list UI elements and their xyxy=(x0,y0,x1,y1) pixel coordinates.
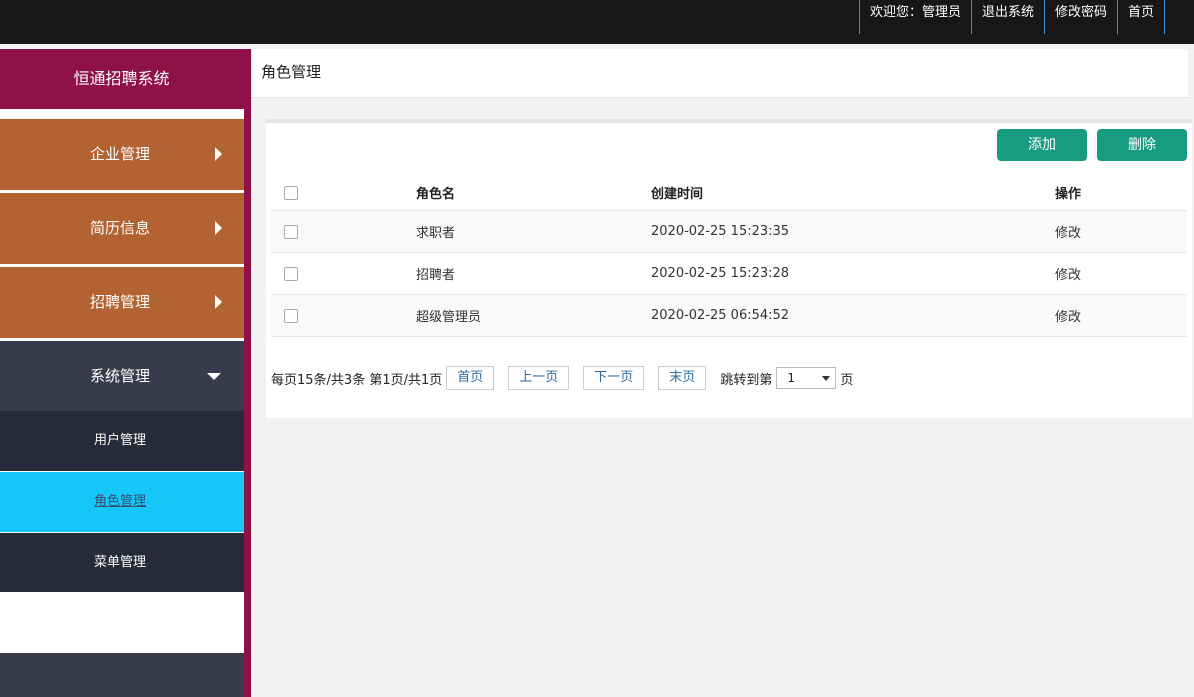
next-page-button[interactable]: 下一页 xyxy=(583,366,645,390)
sidebar-item-label: 简历信息 xyxy=(90,219,151,237)
delete-button[interactable]: 删除 xyxy=(1097,129,1187,161)
table-row: 超级管理员 2020-02-25 06:54:52 修改 xyxy=(271,294,1187,337)
row-select-cell xyxy=(271,294,416,337)
caret-right-icon xyxy=(215,147,222,161)
submenu-item-users[interactable]: 用户管理 xyxy=(0,411,244,471)
edit-link[interactable]: 修改 xyxy=(1055,210,1187,253)
select-all-cell xyxy=(271,175,416,211)
roles-table: 角色名 创建时间 操作 求职者 2020-02-25 15:23:35 修改 招… xyxy=(271,175,1187,337)
submenu-item-roles[interactable]: 角色管理 xyxy=(0,472,244,532)
table-header-row: 角色名 创建时间 操作 xyxy=(271,175,1187,211)
caret-down-icon xyxy=(207,373,221,380)
last-page-button[interactable]: 末页 xyxy=(658,366,707,390)
select-all-checkbox[interactable] xyxy=(284,186,298,201)
sidebar-item-system[interactable]: 系统管理 xyxy=(0,341,244,411)
sidebar-item-recruitment[interactable]: 招聘管理 xyxy=(0,267,244,338)
row-checkbox[interactable] xyxy=(284,267,298,281)
home-link[interactable]: 首页 xyxy=(1116,0,1165,34)
content-panel: 添加 删除 角色名 创建时间 操作 求职者 2020-02-25 15:23:3… xyxy=(266,119,1192,418)
page-title: 角色管理 xyxy=(261,63,322,81)
first-page-button[interactable]: 首页 xyxy=(446,366,495,390)
sidebar-item-label: 企业管理 xyxy=(90,145,151,163)
sidebar-menu-area: 企业管理 简历信息 招聘管理 系统管理 用户管理 角色管理 菜单管理 xyxy=(0,109,244,697)
pagination: 每页15条/共3条 第1页/共1页 首页 上一页 下一页 末页 跳转到第 1 页 xyxy=(271,366,853,390)
app-brand: 恒通招聘系统 xyxy=(73,69,170,88)
caret-right-icon xyxy=(215,221,222,235)
row-select-cell xyxy=(271,210,416,253)
welcome-user-link[interactable]: 欢迎您：管理员 xyxy=(858,0,971,34)
column-header-created-time: 创建时间 xyxy=(651,175,1055,211)
sidebar-item-label: 系统管理 xyxy=(90,367,151,385)
sidebar-item-resume[interactable]: 简历信息 xyxy=(0,193,244,264)
change-password-link[interactable]: 修改密码 xyxy=(1043,0,1117,34)
sidebar-item-label: 招聘管理 xyxy=(90,293,151,311)
table-row: 求职者 2020-02-25 15:23:35 修改 xyxy=(271,210,1187,253)
role-name-cell: 超级管理员 xyxy=(416,294,651,337)
jump-label: 跳转到第 xyxy=(720,372,773,388)
row-select-cell xyxy=(271,252,416,295)
created-time-cell: 2020-02-25 15:23:35 xyxy=(651,210,1055,253)
pagination-info: 每页15条/共3条 第1页/共1页 xyxy=(271,372,443,388)
add-button[interactable]: 添加 xyxy=(997,129,1087,161)
table-row: 招聘者 2020-02-25 15:23:28 修改 xyxy=(271,252,1187,295)
role-name-cell: 招聘者 xyxy=(416,252,651,295)
page-header: 角色管理 xyxy=(252,49,1188,98)
logout-link[interactable]: 退出系统 xyxy=(970,0,1044,34)
column-header-actions: 操作 xyxy=(1055,175,1187,211)
sidebar-item-enterprise[interactable]: 企业管理 xyxy=(0,119,244,190)
submenu-item-menus[interactable]: 菜单管理 xyxy=(0,533,244,592)
row-checkbox[interactable] xyxy=(284,225,298,239)
edit-link[interactable]: 修改 xyxy=(1055,252,1187,295)
created-time-cell: 2020-02-25 06:54:52 xyxy=(651,294,1055,337)
row-checkbox[interactable] xyxy=(284,309,298,323)
sidebar: 恒通招聘系统 企业管理 简历信息 招聘管理 系统管理 用户管理 角色管理 菜单管… xyxy=(0,49,251,697)
page-jump-select[interactable]: 1 xyxy=(776,367,837,389)
prev-page-button[interactable]: 上一页 xyxy=(508,366,570,390)
created-time-cell: 2020-02-25 15:23:28 xyxy=(651,252,1055,295)
top-nav: 欢迎您：管理员 退出系统 修改密码 首页 xyxy=(858,0,1165,34)
jump-unit-label: 页 xyxy=(840,372,854,388)
caret-right-icon xyxy=(215,295,222,309)
dropdown-arrow-icon xyxy=(822,376,831,381)
edit-link[interactable]: 修改 xyxy=(1055,294,1187,337)
sidebar-footer xyxy=(0,653,244,697)
top-bar: 欢迎您：管理员 退出系统 修改密码 首页 xyxy=(0,0,1194,44)
page-jump-value: 1 xyxy=(787,371,795,385)
column-header-role-name: 角色名 xyxy=(416,175,651,211)
role-name-cell: 求职者 xyxy=(416,210,651,253)
